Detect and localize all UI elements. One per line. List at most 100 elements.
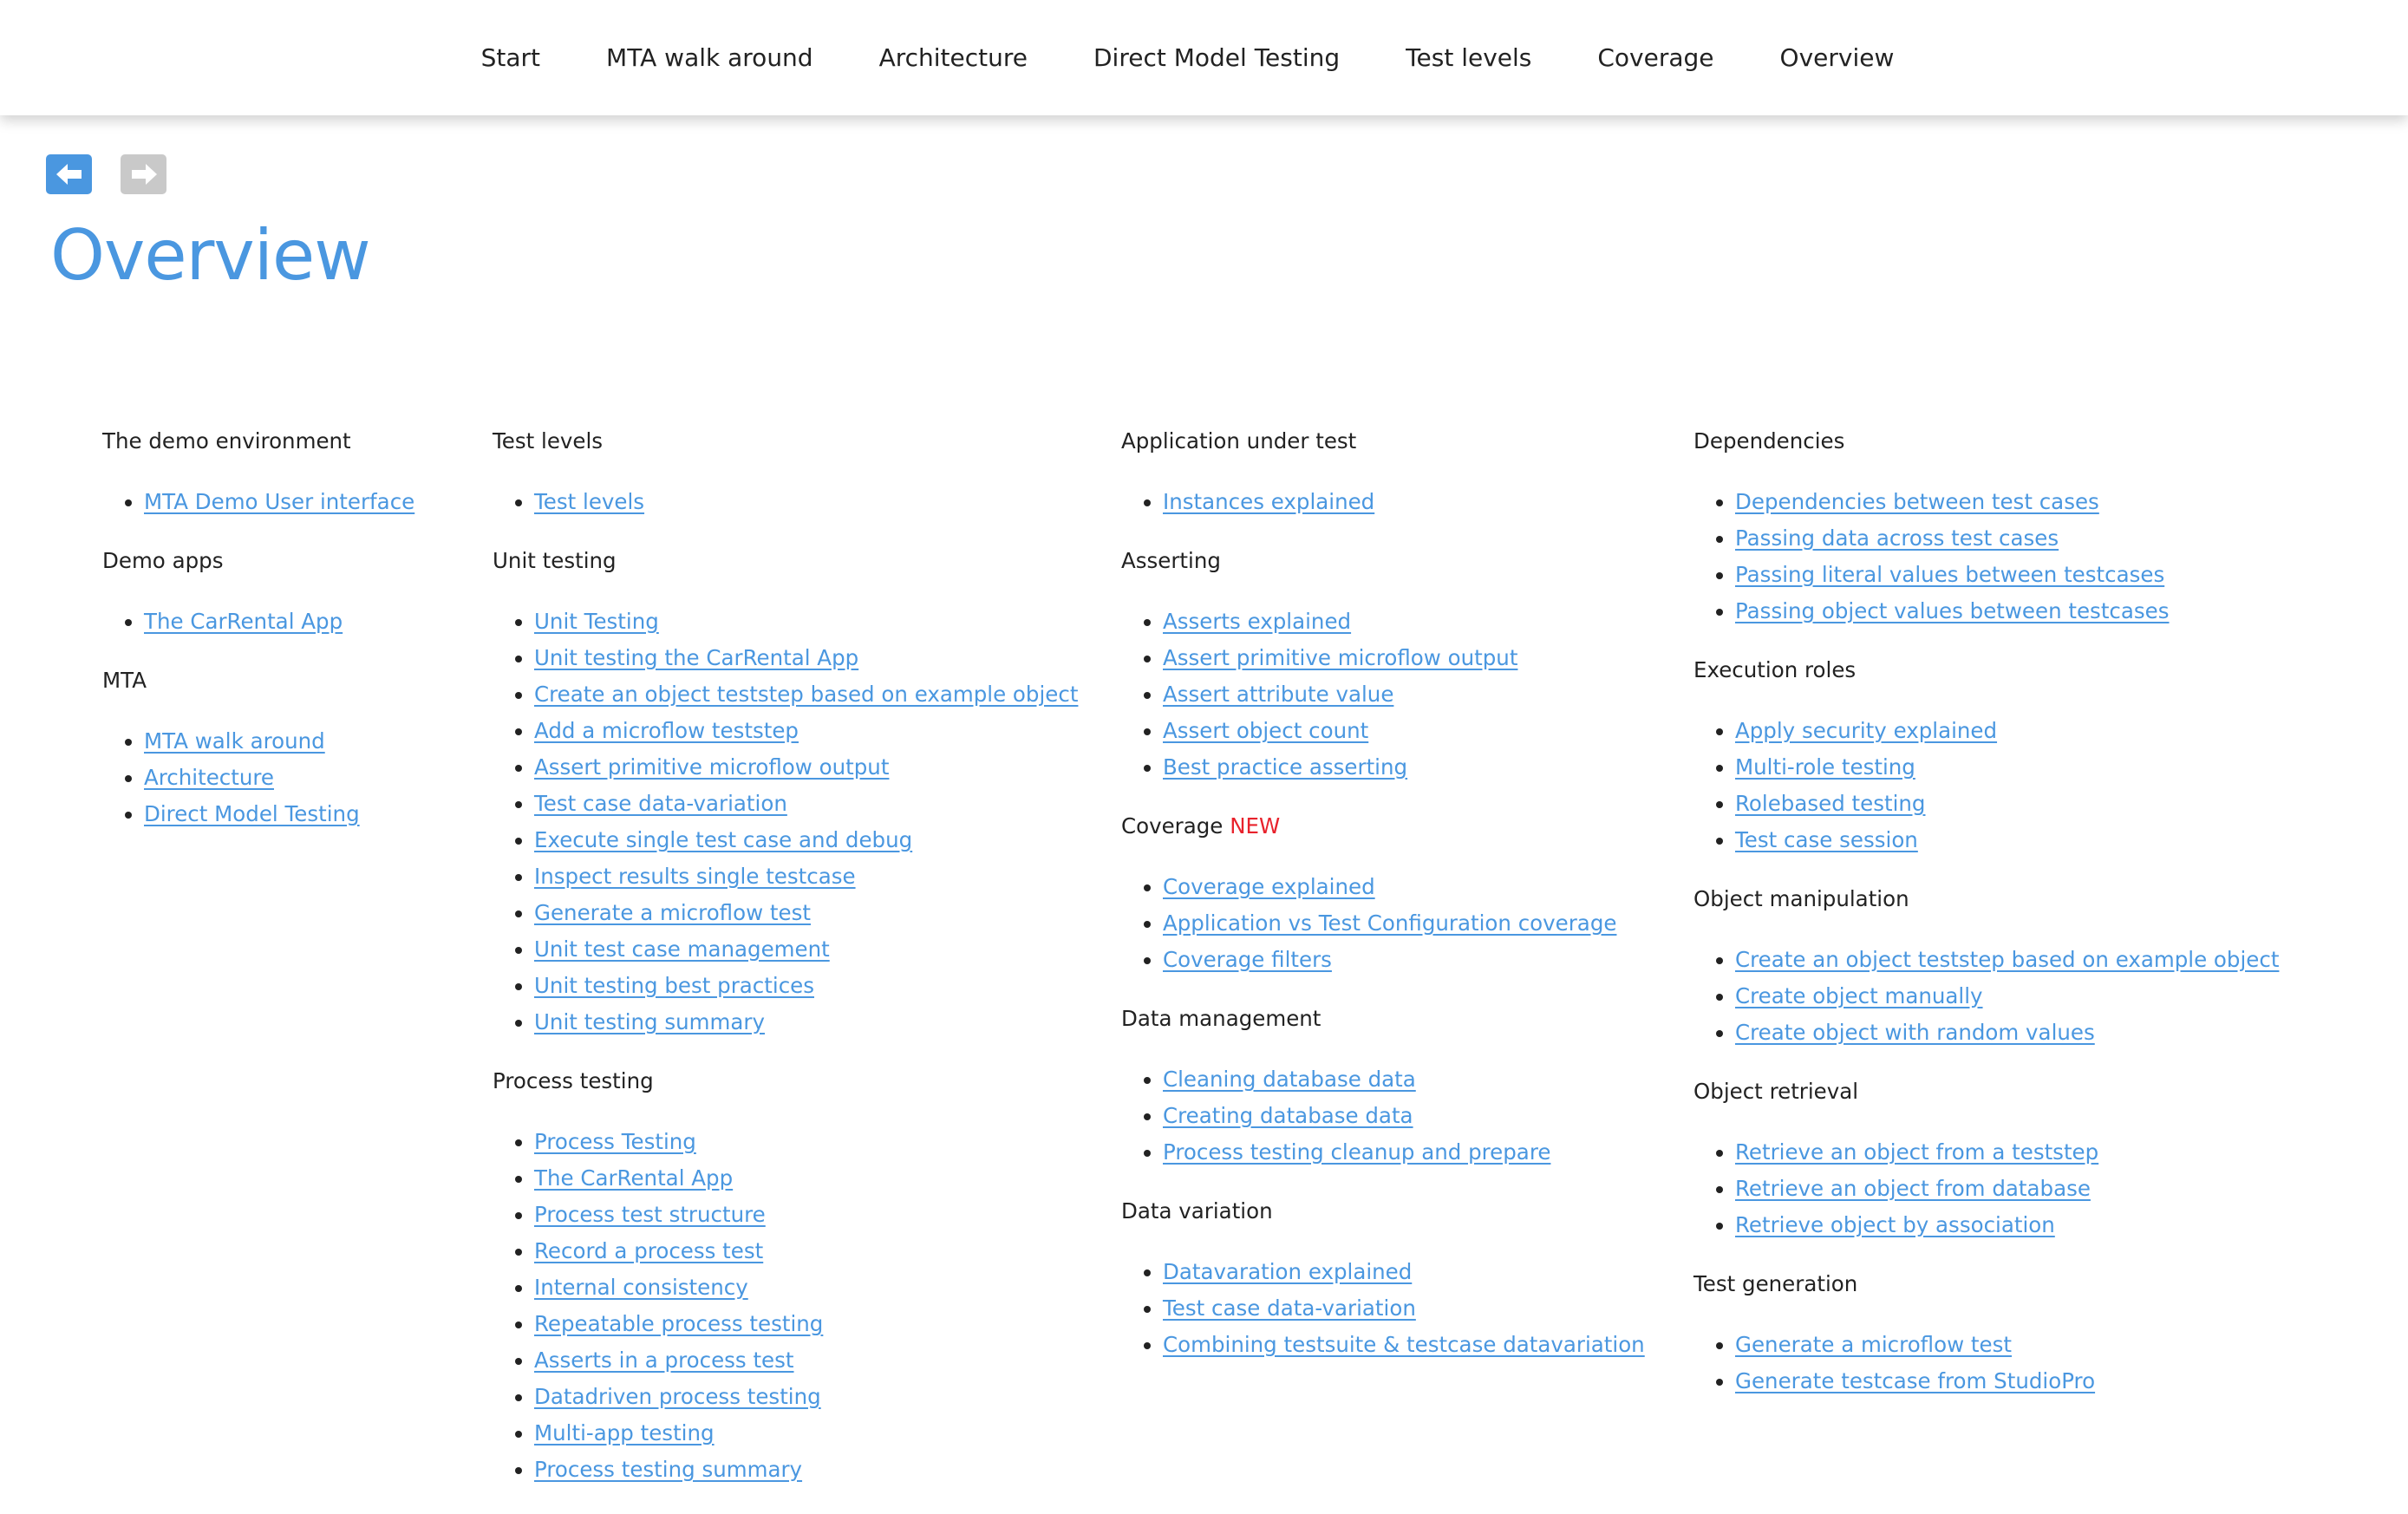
link-internal-consistency[interactable]: Internal consistency bbox=[534, 1275, 748, 1300]
link-create-an-object-teststep-based-on-example-object[interactable]: Create an object teststep based on examp… bbox=[534, 682, 1078, 707]
link-unit-testing[interactable]: Unit Testing bbox=[534, 609, 659, 634]
section-heading: Dependencies bbox=[1693, 427, 2370, 456]
link-retrieve-an-object-from-database[interactable]: Retrieve an object from database bbox=[1735, 1176, 2091, 1201]
link-retrieve-object-by-association[interactable]: Retrieve object by association bbox=[1735, 1212, 2055, 1237]
list-item: Execute single test case and debug bbox=[534, 822, 1100, 858]
link-test-case-data-variation[interactable]: Test case data-variation bbox=[534, 791, 787, 816]
arrow-right-icon bbox=[131, 164, 157, 185]
link-rolebased-testing[interactable]: Rolebased testing bbox=[1735, 791, 1925, 816]
link-dependencies-between-test-cases[interactable]: Dependencies between test cases bbox=[1735, 489, 2099, 514]
link-assert-attribute-value[interactable]: Assert attribute value bbox=[1163, 682, 1393, 707]
link-record-a-process-test[interactable]: Record a process test bbox=[534, 1238, 763, 1263]
section-heading-text: Object manipulation bbox=[1693, 886, 1909, 911]
link-mta-demo-user-interface[interactable]: MTA Demo User interface bbox=[144, 489, 414, 514]
link-create-object-manually[interactable]: Create object manually bbox=[1735, 983, 1983, 1008]
link-combining-testsuite-testcase-datavariation[interactable]: Combining testsuite & testcase datavaria… bbox=[1163, 1332, 1645, 1357]
link-process-testing-summary[interactable]: Process testing summary bbox=[534, 1457, 802, 1482]
section-heading-text: Data management bbox=[1121, 1006, 1321, 1031]
link-unit-testing-summary[interactable]: Unit testing summary bbox=[534, 1009, 765, 1034]
link-datavaration-explained[interactable]: Datavaration explained bbox=[1163, 1259, 1412, 1284]
nav-item-test-levels[interactable]: Test levels bbox=[1373, 43, 1564, 72]
link-repeatable-process-testing[interactable]: Repeatable process testing bbox=[534, 1311, 823, 1336]
link-architecture[interactable]: Architecture bbox=[144, 765, 274, 790]
nav-menu: Start MTA walk around Architecture Direct M… bbox=[481, 43, 1928, 72]
section-heading: Unit testing bbox=[493, 546, 1100, 576]
nav-item-overview[interactable]: Overview bbox=[1747, 43, 1928, 72]
nav-item-coverage[interactable]: Coverage bbox=[1564, 43, 1746, 72]
link-generate-a-microflow-test[interactable]: Generate a microflow test bbox=[534, 900, 811, 925]
list-item: The CarRental App bbox=[144, 604, 475, 640]
link-unit-test-case-management[interactable]: Unit test case management bbox=[534, 936, 830, 962]
link-passing-literal-values-between-testcases[interactable]: Passing literal values between testcases bbox=[1735, 562, 2164, 587]
link-instances-explained[interactable]: Instances explained bbox=[1163, 489, 1374, 514]
section-heading: MTA bbox=[102, 666, 475, 695]
link-direct-model-testing[interactable]: Direct Model Testing bbox=[144, 801, 360, 826]
link-the-carrental-app[interactable]: The CarRental App bbox=[534, 1165, 733, 1191]
link-passing-object-values-between-testcases[interactable]: Passing object values between testcases bbox=[1735, 598, 2170, 623]
link-retrieve-an-object-from-a-teststep[interactable]: Retrieve an object from a teststep bbox=[1735, 1139, 2098, 1165]
link-generate-testcase-from-studiopro[interactable]: Generate testcase from StudioPro bbox=[1735, 1368, 2095, 1393]
list-item: Coverage explained bbox=[1163, 869, 1676, 905]
link-unit-testing-the-carrental-app[interactable]: Unit testing the CarRental App bbox=[534, 645, 858, 670]
link-cleaning-database-data[interactable]: Cleaning database data bbox=[1163, 1067, 1416, 1092]
link-process-test-structure[interactable]: Process test structure bbox=[534, 1202, 766, 1227]
link-process-testing-cleanup-and-prepare[interactable]: Process testing cleanup and prepare bbox=[1163, 1139, 1550, 1165]
link-test-levels[interactable]: Test levels bbox=[534, 489, 644, 514]
section-heading: Object retrieval bbox=[1693, 1077, 2370, 1106]
link-process-testing[interactable]: Process Testing bbox=[534, 1129, 696, 1154]
list-item: Generate a microflow test bbox=[1735, 1327, 2370, 1363]
link-apply-security-explained[interactable]: Apply security explained bbox=[1735, 718, 1997, 743]
link-list: Datavaration explained Test case data-var… bbox=[1121, 1254, 1676, 1363]
link-passing-data-across-test-cases[interactable]: Passing data across test cases bbox=[1735, 525, 2059, 551]
link-assert-object-count[interactable]: Assert object count bbox=[1163, 718, 1368, 743]
section-heading-text: The demo environment bbox=[102, 428, 351, 454]
link-asserts-in-a-process-test[interactable]: Asserts in a process test bbox=[534, 1348, 794, 1373]
link-create-an-object-teststep-based-on-example-object[interactable]: Create an object teststep based on examp… bbox=[1735, 947, 2279, 972]
link-datadriven-process-testing[interactable]: Datadriven process testing bbox=[534, 1384, 821, 1409]
list-item: Asserts in a process test bbox=[534, 1342, 1100, 1379]
link-create-object-with-random-values[interactable]: Create object with random values bbox=[1735, 1020, 2095, 1045]
list-item: Direct Model Testing bbox=[144, 796, 475, 832]
link-assert-primitive-microflow-output[interactable]: Assert primitive microflow output bbox=[534, 754, 889, 780]
arrow-left-icon bbox=[55, 164, 82, 185]
link-list: Dependencies between test cases Passing d… bbox=[1693, 484, 2370, 630]
link-inspect-results-single-testcase[interactable]: Inspect results single testcase bbox=[534, 864, 856, 889]
list-item: Multi-role testing bbox=[1735, 749, 2370, 786]
link-list: Process Testing The CarRental App Process … bbox=[493, 1124, 1100, 1488]
link-best-practice-asserting[interactable]: Best practice asserting bbox=[1163, 754, 1407, 780]
link-test-case-data-variation[interactable]: Test case data-variation bbox=[1163, 1295, 1416, 1321]
link-creating-database-data[interactable]: Creating database data bbox=[1163, 1103, 1413, 1128]
nav-item-direct-model-testing[interactable]: Direct Model Testing bbox=[1060, 43, 1373, 72]
nav-item-mta-walk-around[interactable]: MTA walk around bbox=[573, 43, 846, 72]
link-coverage-filters[interactable]: Coverage filters bbox=[1163, 947, 1332, 972]
link-assert-primitive-microflow-output[interactable]: Assert primitive microflow output bbox=[1163, 645, 1517, 670]
link-list: MTA Demo User interface bbox=[102, 484, 475, 520]
link-the-carrental-app[interactable]: The CarRental App bbox=[144, 609, 343, 634]
link-mta-walk-around[interactable]: MTA walk around bbox=[144, 728, 325, 754]
link-list: Test levels bbox=[493, 484, 1100, 520]
list-item: Coverage filters bbox=[1163, 942, 1676, 978]
link-coverage-explained[interactable]: Coverage explained bbox=[1163, 874, 1375, 899]
link-multi-app-testing[interactable]: Multi-app testing bbox=[534, 1420, 715, 1445]
link-execute-single-test-case-and-debug[interactable]: Execute single test case and debug bbox=[534, 827, 912, 852]
link-test-case-session[interactable]: Test case session bbox=[1735, 827, 1918, 852]
link-add-a-microflow-teststep[interactable]: Add a microflow teststep bbox=[534, 718, 799, 743]
list-item: Creating database data bbox=[1163, 1098, 1676, 1134]
nav-item-start[interactable]: Start bbox=[481, 43, 573, 72]
link-unit-testing-best-practices[interactable]: Unit testing best practices bbox=[534, 973, 814, 998]
link-asserts-explained[interactable]: Asserts explained bbox=[1163, 609, 1351, 634]
section-heading: The demo environment bbox=[102, 427, 475, 456]
list-item: Process testing cleanup and prepare bbox=[1163, 1134, 1676, 1171]
section-heading: Data management bbox=[1121, 1004, 1676, 1034]
link-multi-role-testing[interactable]: Multi-role testing bbox=[1735, 754, 1915, 780]
back-button[interactable] bbox=[46, 154, 92, 194]
section-heading-text: Test generation bbox=[1693, 1271, 1858, 1296]
section-heading: Data variation bbox=[1121, 1197, 1676, 1226]
link-generate-a-microflow-test[interactable]: Generate a microflow test bbox=[1735, 1332, 2012, 1357]
forward-button[interactable] bbox=[121, 154, 166, 194]
link-list: Create an object teststep based on examp… bbox=[1693, 942, 2370, 1051]
list-item: Retrieve object by association bbox=[1735, 1207, 2370, 1243]
list-item: MTA Demo User interface bbox=[144, 484, 475, 520]
nav-item-architecture[interactable]: Architecture bbox=[846, 43, 1060, 72]
link-application-vs-test-configuration-coverage[interactable]: Application vs Test Configuration covera… bbox=[1163, 910, 1616, 936]
